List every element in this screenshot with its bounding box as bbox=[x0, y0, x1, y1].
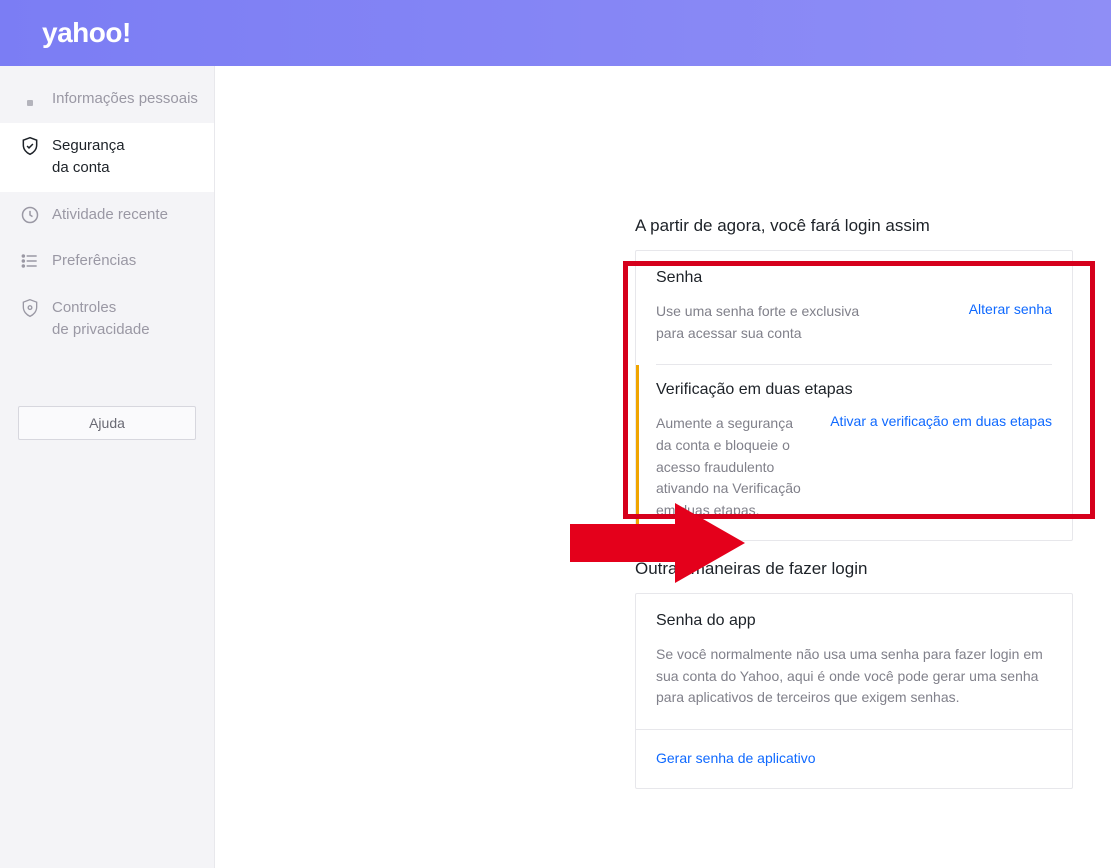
sidebar-item-label: Atividade recente bbox=[52, 204, 168, 227]
two-step-card-title: Verificação em duas etapas bbox=[656, 381, 1052, 399]
sidebar-item-label: Controles de privacidade bbox=[52, 297, 150, 342]
main-content: A partir de agora, você fará login assim… bbox=[215, 66, 1111, 868]
app-password-card-title: Senha do app bbox=[656, 612, 1052, 630]
sidebar-item-label: Preferências bbox=[52, 250, 136, 273]
password-card-description: Use uma senha forte e exclusiva para ace… bbox=[656, 301, 866, 344]
enable-two-step-link[interactable]: Ativar a verificação em duas etapas bbox=[830, 413, 1052, 429]
sidebar-item-personal-info[interactable]: Informações pessoais bbox=[0, 76, 214, 123]
change-password-link[interactable]: Alterar senha bbox=[969, 301, 1052, 317]
app-password-card-description: Se você normalmente não usa uma senha pa… bbox=[656, 644, 1052, 709]
yahoo-logo[interactable]: yahoo! bbox=[42, 17, 131, 49]
list-icon bbox=[20, 251, 40, 271]
sidebar-item-preferences[interactable]: Preferências bbox=[0, 238, 214, 285]
shield-gear-icon bbox=[20, 298, 40, 318]
sidebar-item-label: Informações pessoais bbox=[52, 88, 198, 111]
generate-app-password-link[interactable]: Gerar senha de aplicativo bbox=[656, 750, 816, 766]
sidebar-item-label: Segurança da conta bbox=[52, 135, 125, 180]
sidebar-item-privacy-controls[interactable]: Controles de privacidade bbox=[0, 285, 214, 354]
sidebar-item-recent-activity[interactable]: Atividade recente bbox=[0, 192, 214, 239]
login-section-title: A partir de agora, você fará login assim bbox=[635, 216, 1111, 236]
annotation-arrow-icon bbox=[570, 498, 750, 593]
password-block: Senha Use uma senha forte e exclusiva pa… bbox=[636, 251, 1072, 364]
app-password-card: Senha do app Se você normalmente não usa… bbox=[635, 593, 1073, 789]
sidebar: Informações pessoais Segurança da conta bbox=[0, 66, 215, 868]
clock-icon bbox=[20, 205, 40, 225]
help-button[interactable]: Ajuda bbox=[18, 406, 196, 440]
help-button-label: Ajuda bbox=[89, 415, 125, 431]
bullet-icon bbox=[20, 89, 40, 109]
logo-text: yahoo! bbox=[42, 17, 131, 48]
sidebar-item-security[interactable]: Segurança da conta bbox=[0, 123, 214, 192]
password-card-title: Senha bbox=[656, 269, 1052, 287]
header-bar: yahoo! bbox=[0, 0, 1111, 66]
shield-icon bbox=[20, 136, 40, 156]
